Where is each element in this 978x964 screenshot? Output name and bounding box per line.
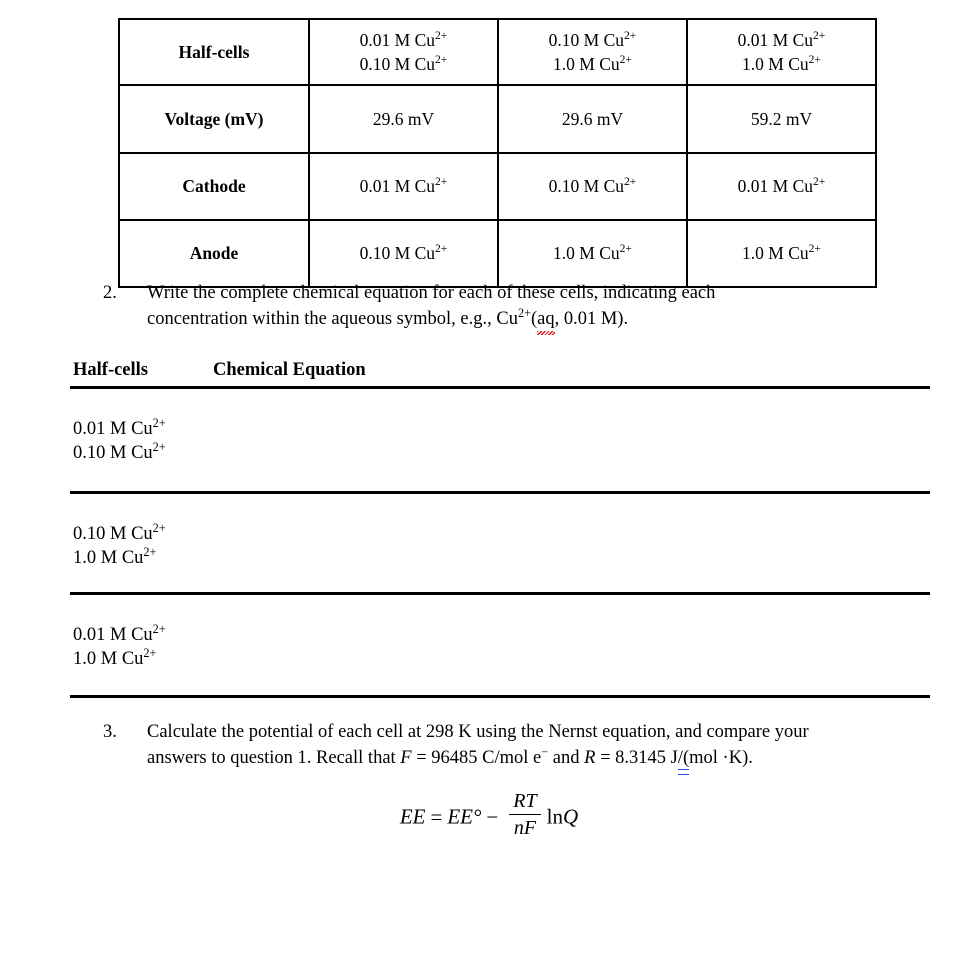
nernst-equals: = [430, 804, 443, 829]
table-row-cathode: Cathode 0.01 M Cu2+ 0.10 M Cu2+ 0.01 M C… [118, 152, 877, 221]
charge-superscript: 2+ [808, 54, 821, 67]
halfcells-cell-3-line-2: 1.0 M Cu2+ [742, 54, 821, 74]
voltage-cell-3: 59.2 mV [686, 84, 877, 154]
question-3-conjunction: and [548, 747, 585, 768]
table-row-voltage: Voltage (mV) 29.6 mV 29.6 mV 59.2 mV [118, 84, 877, 154]
charge-superscript: 2+ [624, 176, 637, 189]
charge-superscript: 2+ [435, 243, 448, 256]
column-header-chemical-equation: Chemical Equation [213, 360, 366, 380]
equation-row-2-line-2: 1.0 M Cu2+ [73, 545, 157, 569]
faraday-symbol: F [400, 747, 412, 768]
halfcells-cell-1-line-2: 0.10 M Cu2+ [359, 54, 448, 74]
nernst-lhs: EE [399, 804, 426, 829]
charge-superscript: 2+ [813, 30, 826, 43]
question-2-line-1: Write the complete chemical equation for… [147, 283, 716, 303]
nernst-reaction-quotient: Q [562, 804, 579, 829]
equation-row-3-halfcells: 0.01 M Cu2+ 1.0 M Cu2+ [73, 623, 166, 672]
question-3-line-2: answers to question 1. Recall that F = 9… [147, 745, 933, 775]
table-row-anode: Anode 0.10 M Cu2+ 1.0 M Cu2+ 1.0 M Cu2+ [118, 219, 877, 288]
anode-cell-3: 1.0 M Cu2+ [686, 219, 877, 288]
question-3-line-1: Calculate the potential of each cell at … [147, 722, 809, 742]
equation-row-1-line-2: 0.10 M Cu2+ [73, 440, 166, 464]
question-3-number: 3. [103, 722, 117, 742]
charge-superscript: 2+ [435, 30, 448, 43]
anode-cell-2: 1.0 M Cu2+ [497, 219, 688, 288]
equation-row-2-halfcells: 0.10 M Cu2+ 1.0 M Cu2+ [73, 522, 166, 571]
row-label-halfcells: Half-cells [118, 18, 310, 86]
voltage-cell-2: 29.6 mV [497, 84, 688, 154]
row-label-anode: Anode [118, 219, 310, 288]
cathode-cell-1: 0.01 M Cu2+ [308, 152, 499, 221]
equation-row-3: 0.01 M Cu2+ 1.0 M Cu2+ [70, 595, 930, 695]
charge-superscript: 2+ [619, 243, 632, 256]
halfcells-cell-1: 0.01 M Cu2+ 0.10 M Cu2+ [308, 18, 499, 86]
cathode-cell-3: 0.01 M Cu2+ [686, 152, 877, 221]
question-2-body: Write the complete chemical equation for… [147, 281, 863, 335]
question-3: 3. Calculate the potential of each cell … [103, 720, 933, 775]
grammarcheck-error-slash-paren: /( [677, 746, 690, 775]
voltage-cell-1: 29.6 mV [308, 84, 499, 154]
gas-constant-symbol: R [584, 747, 596, 768]
equation-row-3-line-1: 0.01 M Cu2+ [73, 621, 166, 645]
charge-superscript: 2+ [435, 54, 448, 67]
charge-superscript: 2+ [152, 621, 166, 636]
row-label-voltage: Voltage (mV) [118, 84, 310, 154]
cathode-cell-2: 0.10 M Cu2+ [497, 152, 688, 221]
faraday-value: = 96485 C/mol e [411, 747, 542, 768]
halfcells-cell-2: 0.10 M Cu2+ 1.0 M Cu2+ [497, 18, 688, 86]
halfcells-cell-3-line-1: 0.01 M Cu2+ [737, 29, 826, 50]
nernst-standard-potential: EE° [447, 804, 482, 829]
charge-superscript: 2+ [517, 305, 531, 320]
equation-row-2: 0.10 M Cu2+ 1.0 M Cu2+ [70, 494, 930, 592]
nernst-fraction: RT nF [509, 790, 541, 840]
halfcells-cell-1-line-1: 0.01 M Cu2+ [359, 29, 448, 50]
nernst-equation-inner: EE = EE° − RT nF lnQ [399, 790, 579, 842]
charge-superscript: 2+ [624, 30, 637, 43]
charge-superscript: 2+ [152, 415, 166, 430]
charge-superscript: 2+ [435, 176, 448, 189]
charge-superscript: 2+ [143, 646, 157, 661]
equation-row-3-line-2: 1.0 M Cu2+ [73, 646, 157, 670]
equation-row-2-line-1: 0.10 M Cu2+ [73, 520, 166, 544]
nernst-denominator: nF [513, 817, 537, 839]
halfcells-cell-2-line-2: 1.0 M Cu2+ [553, 54, 632, 74]
question-2-line-2-text: concentration within the aqueous symbol,… [147, 308, 518, 329]
halfcells-cell-2-line-1: 0.10 M Cu2+ [548, 29, 637, 50]
chemical-equation-table: Half-cells Chemical Equation 0.01 M Cu2+… [70, 360, 930, 698]
row-rule-3 [70, 695, 930, 698]
charge-superscript: 2+ [152, 440, 166, 455]
equation-row-1-halfcells: 0.01 M Cu2+ 0.10 M Cu2+ [73, 417, 166, 466]
equation-row-1: 0.01 M Cu2+ 0.10 M Cu2+ [70, 389, 930, 491]
spellcheck-error-aq: aq [537, 307, 556, 335]
halfcell-voltage-table: Half-cells 0.01 M Cu2+ 0.10 M Cu2+ 0.10 … [118, 18, 877, 288]
row-label-cathode: Cathode [118, 152, 310, 221]
nernst-ln: ln [546, 804, 563, 829]
question-2-line-2-tail: , 0.01 M). [554, 308, 629, 329]
question-3-body: Calculate the potential of each cell at … [147, 720, 933, 775]
charge-superscript: 2+ [813, 176, 826, 189]
equation-table-header: Half-cells Chemical Equation [70, 360, 930, 386]
halfcells-cell-3: 0.01 M Cu2+ 1.0 M Cu2+ [686, 18, 877, 86]
question-3-line-2-lead: answers to question 1. Recall that [147, 747, 401, 768]
column-header-halfcells: Half-cells [73, 360, 149, 380]
anode-cell-1: 0.10 M Cu2+ [308, 219, 499, 288]
gas-constant-value: = 8.3145 J [595, 747, 678, 768]
charge-superscript: 2+ [808, 243, 821, 256]
question-2: 2. Write the complete chemical equation … [103, 281, 863, 335]
charge-superscript: 2+ [619, 54, 632, 67]
table-row-halfcells: Half-cells 0.01 M Cu2+ 0.10 M Cu2+ 0.10 … [118, 18, 877, 86]
nernst-numerator: RT [509, 790, 541, 815]
nernst-minus: − [486, 804, 499, 829]
question-2-line-2: concentration within the aqueous symbol,… [147, 305, 863, 335]
charge-superscript: 2+ [143, 545, 157, 560]
question-2-number: 2. [103, 283, 117, 303]
equation-row-1-line-1: 0.01 M Cu2+ [73, 415, 166, 439]
nernst-equation: EE = EE° − RT nF lnQ [0, 790, 978, 842]
charge-superscript: 2+ [152, 520, 166, 535]
gas-constant-units-tail: mol ·K). [689, 747, 753, 768]
